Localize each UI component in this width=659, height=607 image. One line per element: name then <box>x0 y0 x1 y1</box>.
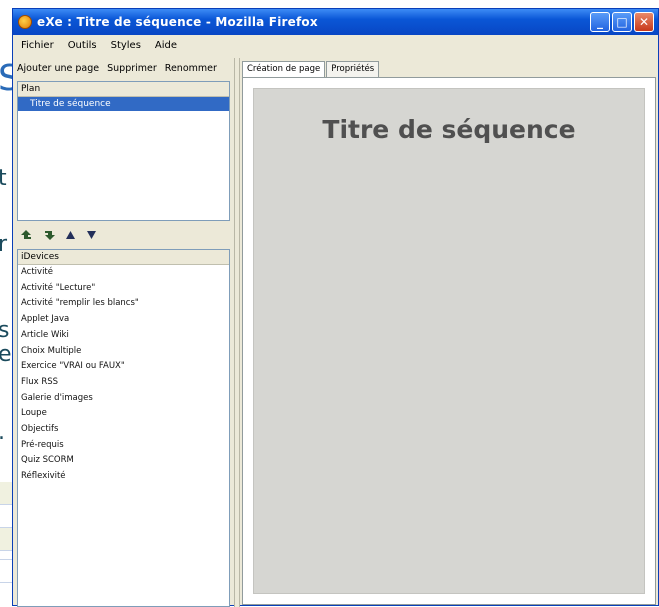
list-item[interactable]: Choix Multiple <box>18 344 229 360</box>
firefox-icon <box>18 15 32 29</box>
list-item[interactable]: Exercice "VRAI ou FAUX" <box>18 359 229 375</box>
promote-arrow-icon[interactable] <box>21 229 33 244</box>
list-item[interactable]: Activité <box>18 265 229 281</box>
list-item[interactable]: Activité "remplir les blancs" <box>18 296 229 312</box>
background-fragment: r <box>0 232 8 257</box>
list-item[interactable]: Article Wiki <box>18 328 229 344</box>
outline-tree: Plan Titre de séquence <box>17 81 230 221</box>
list-item[interactable]: Loupe <box>18 406 229 422</box>
delete-button[interactable]: Supprimer <box>107 63 157 74</box>
menu-bar: Fichier Outils Styles Aide <box>13 35 658 55</box>
menu-aide[interactable]: Aide <box>155 40 177 51</box>
outline-move-controls <box>21 227 97 245</box>
list-item[interactable]: Quiz SCORM <box>18 453 229 469</box>
tab-properties[interactable]: Propriétés <box>326 61 380 77</box>
list-item[interactable]: Objectifs <box>18 422 229 438</box>
background-fragment: e <box>0 342 12 367</box>
move-down-icon[interactable] <box>86 229 97 243</box>
browser-window: eXe : Titre de séquence - Mozilla Firefo… <box>12 8 659 607</box>
title-bar[interactable]: eXe : Titre de séquence - Mozilla Firefo… <box>13 9 658 35</box>
page-editor: Titre de séquence <box>242 77 656 605</box>
outline-item-selected[interactable]: Titre de séquence <box>18 97 229 111</box>
idevices-header: iDevices <box>18 250 229 265</box>
window-title: eXe : Titre de séquence - Mozilla Firefo… <box>37 15 318 29</box>
list-item[interactable]: Activité "Lecture" <box>18 281 229 297</box>
close-button[interactable]: ✕ <box>634 12 654 32</box>
menu-fichier[interactable]: Fichier <box>21 40 54 51</box>
list-item[interactable]: Réflexivité <box>18 469 229 485</box>
page-title: Titre de séquence <box>322 115 576 144</box>
demote-arrow-icon[interactable] <box>43 229 55 244</box>
background-fragment: t <box>0 166 7 191</box>
rename-button[interactable]: Renommer <box>165 63 217 74</box>
window-controls: _ □ ✕ <box>590 12 654 32</box>
move-up-icon[interactable] <box>65 229 76 243</box>
list-item[interactable]: Flux RSS <box>18 375 229 391</box>
list-item[interactable]: Applet Java <box>18 312 229 328</box>
background-fragment: s <box>0 318 10 343</box>
editor-tabs: Création de page Propriétés <box>242 61 380 79</box>
minimize-button[interactable]: _ <box>590 12 610 32</box>
page-canvas: Titre de séquence <box>253 88 645 594</box>
list-item[interactable]: Galerie d'images <box>18 391 229 407</box>
menu-outils[interactable]: Outils <box>68 40 97 51</box>
maximize-button[interactable]: □ <box>612 12 632 32</box>
list-item[interactable]: Pré-requis <box>18 438 229 454</box>
menu-styles[interactable]: Styles <box>111 40 141 51</box>
idevices-list: iDevices Activité Activité "Lecture" Act… <box>17 249 230 607</box>
background-fragment: . <box>0 420 5 445</box>
add-page-button[interactable]: Ajouter une page <box>17 63 99 74</box>
panel-splitter[interactable] <box>234 58 240 607</box>
outline-toolbar: Ajouter une page Supprimer Renommer <box>17 58 233 78</box>
outline-header: Plan <box>18 82 229 97</box>
